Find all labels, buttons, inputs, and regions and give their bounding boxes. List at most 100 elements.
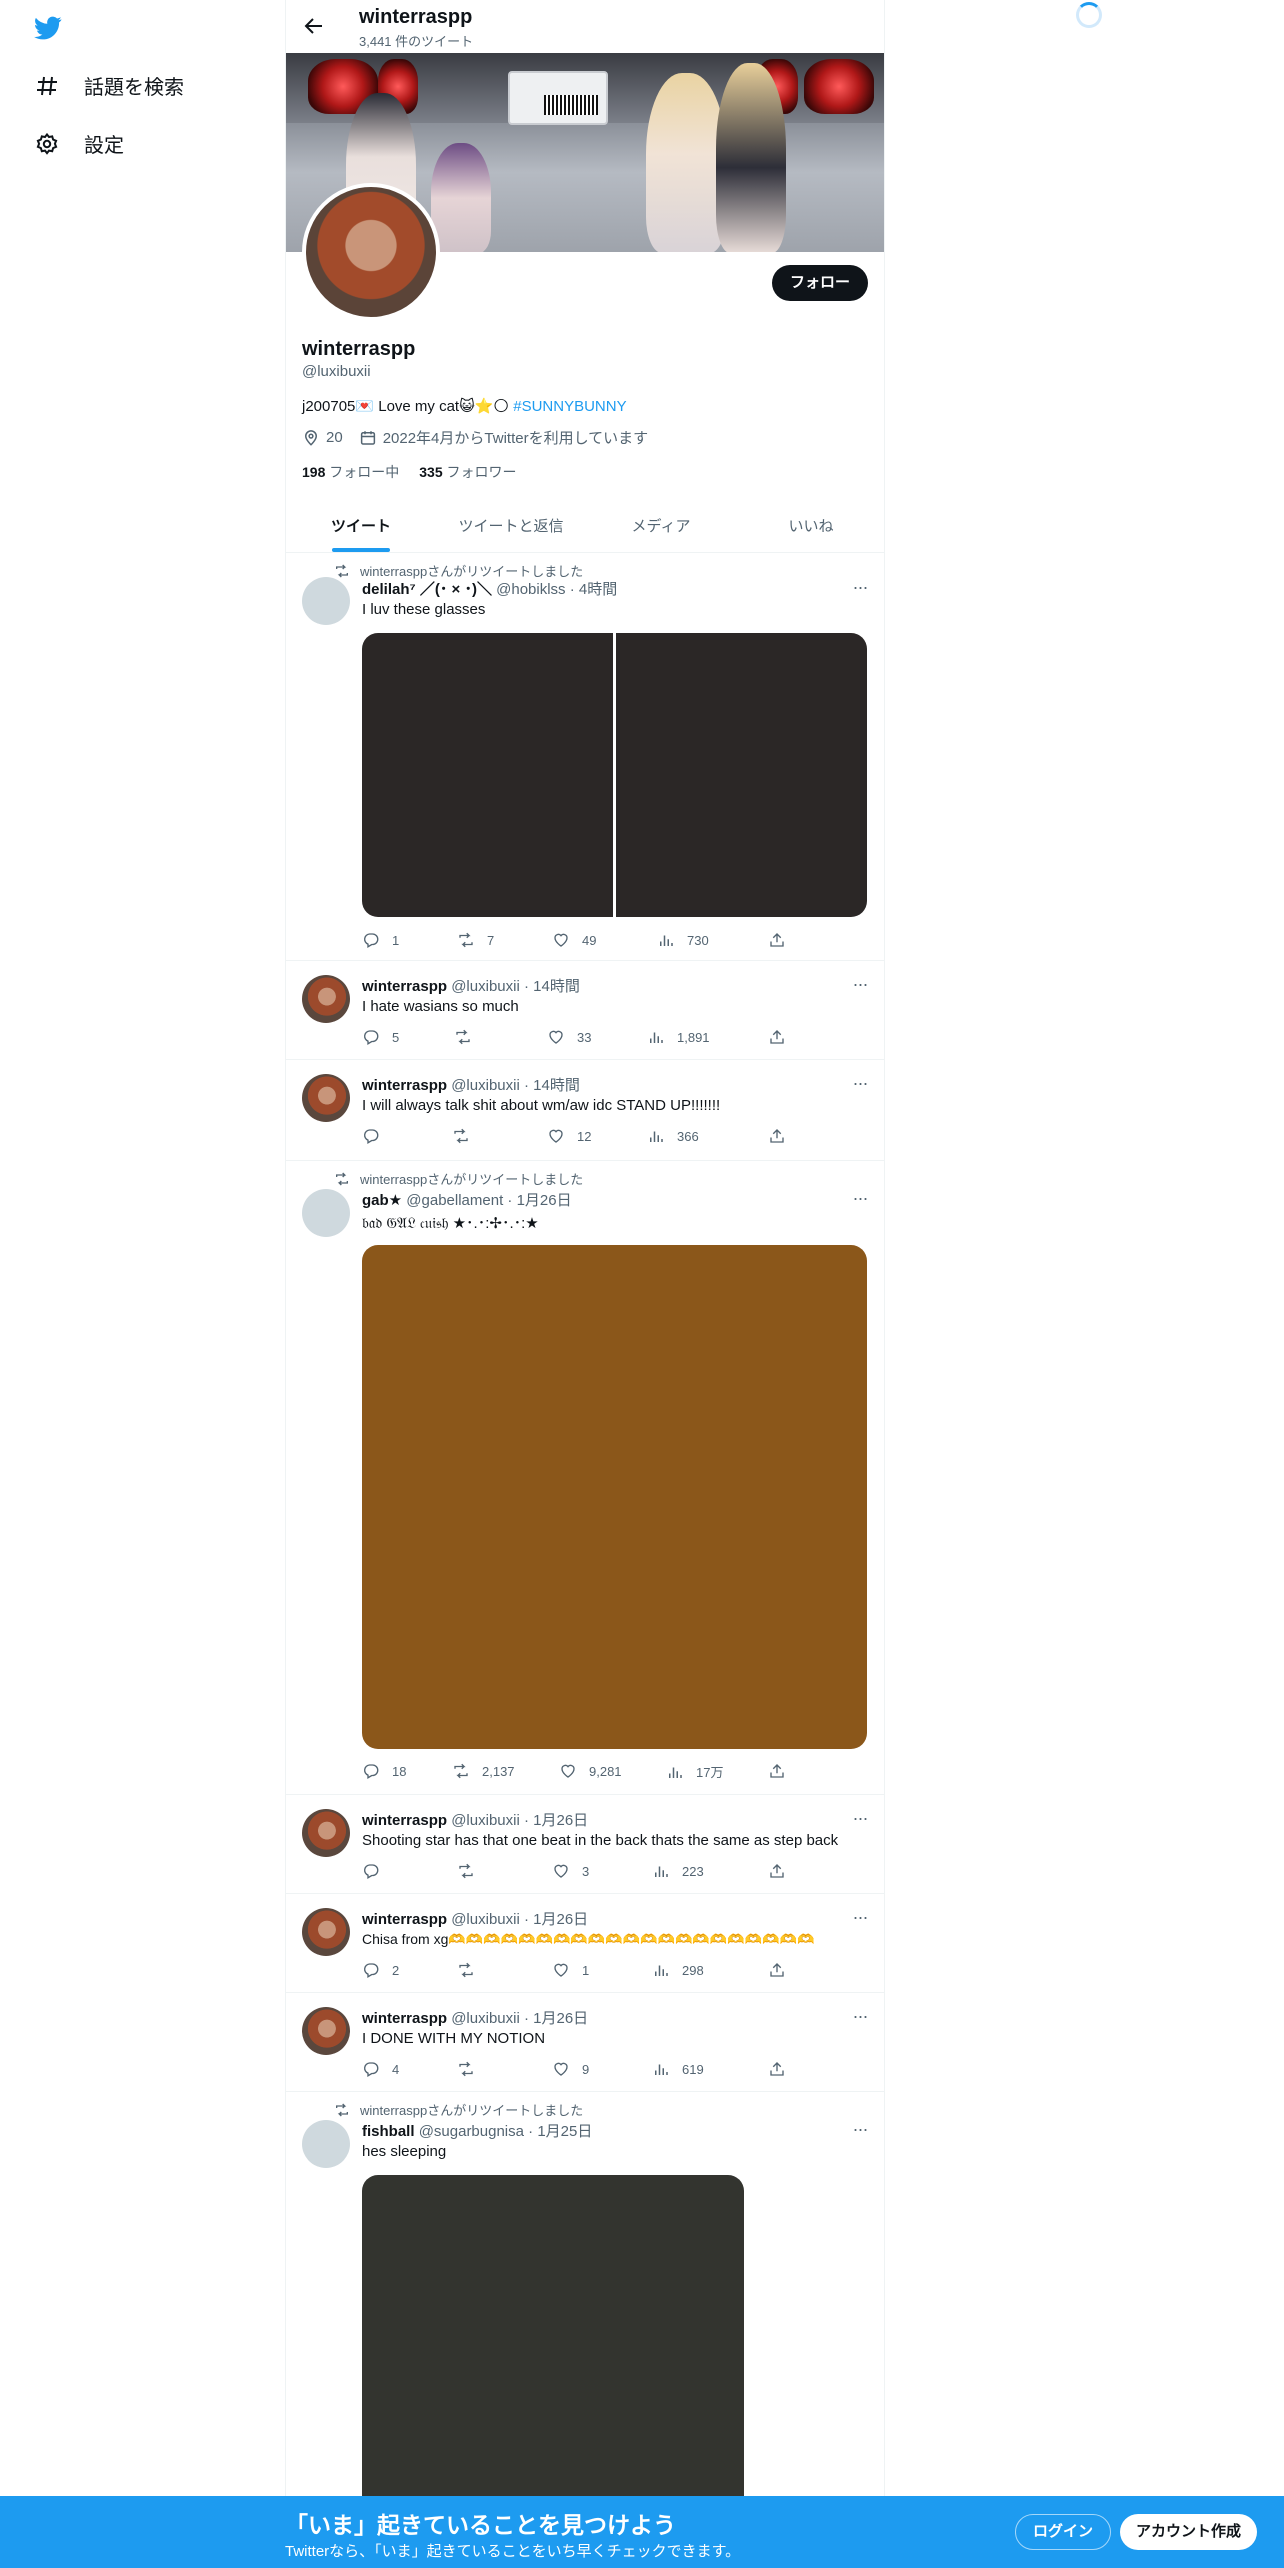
more-options-icon[interactable]: ···: [850, 1908, 870, 1931]
tweet-author-handle[interactable]: @luxibuxii: [451, 978, 520, 995]
avatar[interactable]: [302, 1809, 350, 1857]
share-button[interactable]: [768, 1862, 786, 1880]
tweet[interactable]: winterraspp @luxibuxii · 1月26日 ··· Chisa…: [286, 1894, 884, 1993]
following-link[interactable]: 198 フォロー中: [302, 462, 399, 482]
tweet-author-name[interactable]: winterraspp: [362, 1077, 447, 1094]
tweet[interactable]: winterraspp @luxibuxii · 1月26日 ··· I DON…: [286, 1993, 884, 2092]
more-options-icon[interactable]: ···: [850, 2007, 870, 2030]
tweet-author-name[interactable]: winterraspp: [362, 1812, 447, 1829]
reply-button[interactable]: 2: [362, 1961, 399, 1979]
tweet-author-handle[interactable]: @gabellament: [406, 1192, 503, 1209]
retweet-button[interactable]: [457, 1862, 487, 1880]
tweet-author-handle[interactable]: @sugarbugnisa: [419, 2123, 524, 2140]
reply-button[interactable]: 18: [362, 1762, 406, 1780]
tweet-author-name[interactable]: winterraspp: [362, 978, 447, 995]
retweet-button[interactable]: [452, 1127, 482, 1145]
share-button[interactable]: [768, 1028, 786, 1046]
views-button[interactable]: 619: [652, 2060, 704, 2078]
views-button[interactable]: 17万: [666, 1762, 723, 1781]
tweet-media[interactable]: [362, 2175, 744, 2535]
like-button[interactable]: 1: [552, 1961, 589, 1979]
reply-button[interactable]: 4: [362, 2060, 399, 2078]
followers-link[interactable]: 335 フォロワー: [419, 462, 516, 482]
tweet[interactable]: winterraspp @luxibuxii · 14時間 ··· I hate…: [286, 961, 884, 1060]
share-button[interactable]: [768, 1127, 786, 1145]
retweet-button[interactable]: [457, 1961, 487, 1979]
tweet-author-name[interactable]: fishball: [362, 2123, 415, 2140]
tweet[interactable]: winterraspp @luxibuxii · 1月26日 ··· Shoot…: [286, 1795, 884, 1894]
sidebar-item-settings[interactable]: 設定: [34, 129, 124, 158]
tweet-author-name[interactable]: winterraspp: [362, 2010, 447, 2027]
twitter-bird-icon[interactable]: [32, 14, 64, 42]
tweet-author-handle[interactable]: @luxibuxii: [451, 1911, 520, 1928]
like-button[interactable]: 3: [552, 1862, 589, 1880]
tweet-time[interactable]: 1月26日: [517, 1192, 572, 1209]
views-button[interactable]: 1,891: [647, 1028, 710, 1046]
more-options-icon[interactable]: ···: [850, 975, 870, 998]
avatar[interactable]: [302, 2007, 350, 2055]
avatar[interactable]: [302, 1074, 350, 1122]
tweet-author-handle[interactable]: @luxibuxii: [451, 1077, 520, 1094]
tab-tweets[interactable]: ツイート: [286, 500, 436, 552]
retweet-button[interactable]: 7: [457, 931, 494, 949]
views-button[interactable]: 298: [652, 1961, 704, 1979]
tweet-author-name[interactable]: gab★: [362, 1192, 402, 1209]
back-arrow-icon[interactable]: [302, 14, 326, 38]
reply-button[interactable]: [362, 1862, 392, 1880]
tab-media[interactable]: メディア: [586, 500, 736, 552]
profile-avatar[interactable]: [302, 183, 440, 321]
more-options-icon[interactable]: ···: [850, 1074, 870, 1097]
tweet-time[interactable]: 14時間: [533, 978, 580, 995]
tweet-time[interactable]: 14時間: [533, 1077, 580, 1094]
like-button[interactable]: 9: [552, 2060, 589, 2078]
tweet-author-handle[interactable]: @luxibuxii: [451, 2010, 520, 2027]
tweet-author-handle[interactable]: @hobiklss: [496, 581, 565, 598]
reply-button[interactable]: 5: [362, 1028, 399, 1046]
like-button[interactable]: 12: [547, 1127, 591, 1145]
share-button[interactable]: [768, 1762, 786, 1780]
tab-likes[interactable]: いいね: [736, 500, 884, 552]
like-button[interactable]: 9,281: [559, 1762, 622, 1780]
avatar[interactable]: [302, 1908, 350, 1956]
reply-button[interactable]: [362, 1127, 392, 1145]
views-button[interactable]: 366: [647, 1127, 699, 1145]
like-button[interactable]: 49: [552, 931, 596, 949]
reply-button[interactable]: 1: [362, 931, 399, 949]
tweet-author-name[interactable]: winterraspp: [362, 1911, 447, 1928]
share-button[interactable]: [768, 2060, 786, 2078]
retweet-button[interactable]: [457, 2060, 487, 2078]
tweet[interactable]: winterrasppさんがリツイートしました gab★ @gabellamen…: [286, 1161, 884, 1795]
follow-button[interactable]: フォロー: [771, 265, 868, 301]
tweet-time[interactable]: 1月25日: [537, 2123, 592, 2140]
avatar[interactable]: [302, 577, 350, 625]
tweet-media[interactable]: [362, 1245, 867, 1749]
views-button[interactable]: 730: [657, 931, 709, 949]
sidebar-item-explore[interactable]: 話題を検索: [34, 71, 184, 100]
tweet-time[interactable]: 1月26日: [533, 2010, 588, 2027]
tweet-time[interactable]: 1月26日: [533, 1812, 588, 1829]
avatar[interactable]: [302, 2120, 350, 2168]
avatar[interactable]: [302, 975, 350, 1023]
tweet[interactable]: winterraspp @luxibuxii · 14時間 ··· I will…: [286, 1060, 884, 1161]
like-button[interactable]: 33: [547, 1028, 591, 1046]
tweet[interactable]: winterrasppさんがリツイートしました delilah⁷ ／(･ × ･…: [286, 553, 884, 961]
tweet-author-name[interactable]: delilah⁷ ／(･ × ･)＼: [362, 581, 492, 598]
tweet-author-handle[interactable]: @luxibuxii: [451, 1812, 520, 1829]
retweet-button[interactable]: 2,137: [452, 1762, 515, 1780]
more-options-icon[interactable]: ···: [850, 2120, 870, 2143]
more-options-icon[interactable]: ···: [850, 1809, 870, 1832]
login-button[interactable]: ログイン: [1015, 2514, 1112, 2550]
bio-hashtag-link[interactable]: #SUNNYBUNNY: [513, 398, 626, 415]
tab-tweets-and-replies[interactable]: ツイートと返信: [436, 500, 586, 552]
tweet-media[interactable]: [362, 633, 867, 917]
share-button[interactable]: [768, 931, 786, 949]
more-options-icon[interactable]: ···: [850, 578, 870, 601]
views-button[interactable]: 223: [652, 1862, 704, 1880]
tweet[interactable]: winterrasppさんがリツイートしました fishball @sugarb…: [286, 2092, 884, 2535]
tweet-time[interactable]: 1月26日: [533, 1911, 588, 1928]
more-options-icon[interactable]: ···: [850, 1189, 870, 1212]
tweet-time[interactable]: 4時間: [579, 581, 617, 598]
retweet-button[interactable]: [454, 1028, 484, 1046]
create-account-button[interactable]: アカウント作成: [1120, 2514, 1258, 2550]
avatar[interactable]: [302, 1189, 350, 1237]
